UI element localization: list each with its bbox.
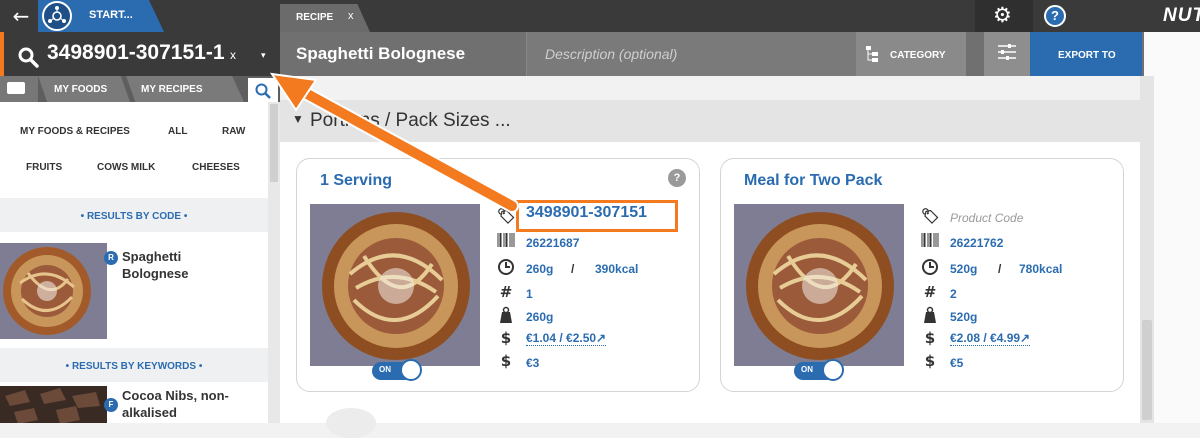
- cost-value[interactable]: €1.04 / €2.50↗: [526, 331, 607, 346]
- category-label[interactable]: CATEGORY: [890, 50, 946, 61]
- tab-my-foods-label[interactable]: MY FOODS: [54, 84, 107, 95]
- filter-cows-milk[interactable]: COWS MILK: [97, 162, 155, 173]
- food-thumbnail: [0, 243, 107, 339]
- filter-settings-button[interactable]: [984, 32, 1030, 76]
- portion-image[interactable]: [734, 204, 904, 366]
- gear-icon: ⚙: [993, 3, 1012, 27]
- results-by-code-label: • RESULTS BY CODE •: [80, 211, 188, 222]
- search-clear-icon[interactable]: x: [230, 48, 236, 62]
- filter-cheeses[interactable]: CHEESES: [192, 162, 240, 173]
- count-value[interactable]: 2: [950, 287, 957, 301]
- search-icon: [18, 47, 39, 68]
- settings-button[interactable]: ⚙: [975, 0, 1033, 32]
- search-icon: [255, 83, 271, 99]
- add-portion-button[interactable]: [326, 408, 376, 438]
- filter-raw[interactable]: RAW: [222, 126, 245, 137]
- dollar-icon: $: [500, 352, 512, 370]
- tab-search[interactable]: [248, 78, 278, 102]
- price-value[interactable]: €5: [950, 356, 963, 370]
- app-logo-icon[interactable]: [42, 1, 72, 31]
- cost-value[interactable]: €2.08 / €4.99↗: [950, 331, 1031, 346]
- portion-title[interactable]: 1 Serving: [320, 172, 392, 190]
- export-label[interactable]: EXPORT TO: [1058, 50, 1116, 61]
- food-badge: F: [104, 398, 118, 412]
- search-input[interactable]: 3498901-307151-1: [47, 41, 225, 65]
- tab-recipe-label[interactable]: RECIPE: [296, 12, 333, 23]
- dollar-icon: $: [924, 352, 936, 370]
- recipe-badge: R: [104, 251, 118, 265]
- tag-icon: 🏷: [497, 207, 517, 225]
- weight-energy-separator: /: [998, 262, 1002, 276]
- portion-title[interactable]: Meal for Two Pack: [744, 172, 882, 190]
- search-dropdown-icon[interactable]: ▾: [261, 50, 266, 61]
- dollar-icon: $: [500, 329, 512, 347]
- food-thumbnail: [0, 386, 107, 423]
- tree-icon: [866, 46, 878, 62]
- portion-image[interactable]: [310, 204, 480, 366]
- back-arrow-icon[interactable]: ←: [8, 4, 34, 28]
- list-item[interactable]: F Cocoa Nibs, non-alkalised: [0, 382, 268, 423]
- folder-icon: [7, 82, 25, 94]
- energy-value[interactable]: 390kcal: [595, 262, 638, 276]
- hash-icon: #: [499, 283, 513, 301]
- product-code-placeholder[interactable]: Product Code: [950, 211, 1023, 225]
- tab-recipe-close-icon[interactable]: x: [348, 10, 354, 22]
- clock-icon: [921, 258, 939, 276]
- help-icon[interactable]: ?: [1044, 5, 1066, 27]
- barcode-icon: [921, 233, 939, 251]
- barcode-value[interactable]: 26221687: [526, 236, 579, 250]
- energy-value[interactable]: 780kcal: [1019, 262, 1062, 276]
- count-value[interactable]: 1: [526, 287, 533, 301]
- filter-my-foods-recipes[interactable]: MY FOODS & RECIPES: [20, 126, 130, 137]
- dollar-icon: $: [924, 329, 936, 347]
- result-name[interactable]: Cocoa Nibs, non-alkalised: [122, 387, 262, 421]
- barcode-icon: [497, 233, 515, 251]
- result-name[interactable]: Spaghetti Bolognese: [122, 248, 212, 282]
- filter-fruits[interactable]: FRUITS: [26, 162, 62, 173]
- brand-logo: NUT: [1163, 5, 1200, 26]
- toggle-label: ON: [801, 365, 813, 374]
- portion-toggle[interactable]: ON: [372, 359, 422, 381]
- product-code[interactable]: 3498901-307151: [526, 204, 647, 222]
- portion-toggle[interactable]: ON: [794, 359, 844, 381]
- tab-my-recipes-label[interactable]: MY RECIPES: [141, 84, 203, 95]
- weight-icon: [497, 306, 515, 324]
- clock-icon: [497, 258, 515, 276]
- results-by-keywords-label: • RESULTS BY KEYWORDS •: [65, 361, 203, 372]
- weight-energy-separator: /: [571, 262, 575, 276]
- barcode-value[interactable]: 26221762: [950, 236, 1003, 250]
- portions-title[interactable]: Portions / Pack Sizes ...: [310, 110, 511, 132]
- toggle-label: ON: [379, 365, 391, 374]
- help-icon[interactable]: ?: [668, 169, 686, 187]
- start-label[interactable]: START...: [89, 9, 133, 21]
- left-panel-scrollbar-thumb[interactable]: [270, 104, 278, 182]
- recipe-title[interactable]: Spaghetti Bolognese: [296, 44, 465, 64]
- main-scrollbar-thumb[interactable]: [1142, 320, 1152, 420]
- sliders-icon: [996, 42, 1018, 62]
- pack-weight-value[interactable]: 520g: [950, 310, 977, 324]
- collapse-triangle-icon[interactable]: ▼: [292, 112, 304, 126]
- tag-icon: 🏷: [921, 207, 941, 225]
- description-placeholder[interactable]: Description (optional): [545, 46, 677, 62]
- weight-value[interactable]: 520g: [950, 262, 977, 276]
- filter-all[interactable]: ALL: [168, 126, 187, 137]
- list-item[interactable]: R Spaghetti Bolognese: [0, 233, 268, 348]
- toggle-knob: [400, 359, 422, 381]
- price-value[interactable]: €3: [526, 356, 539, 370]
- hash-icon: #: [923, 283, 937, 301]
- weight-value[interactable]: 260g: [526, 262, 553, 276]
- toggle-knob: [822, 359, 844, 381]
- pack-weight-value[interactable]: 260g: [526, 310, 553, 324]
- weight-icon: [921, 306, 939, 324]
